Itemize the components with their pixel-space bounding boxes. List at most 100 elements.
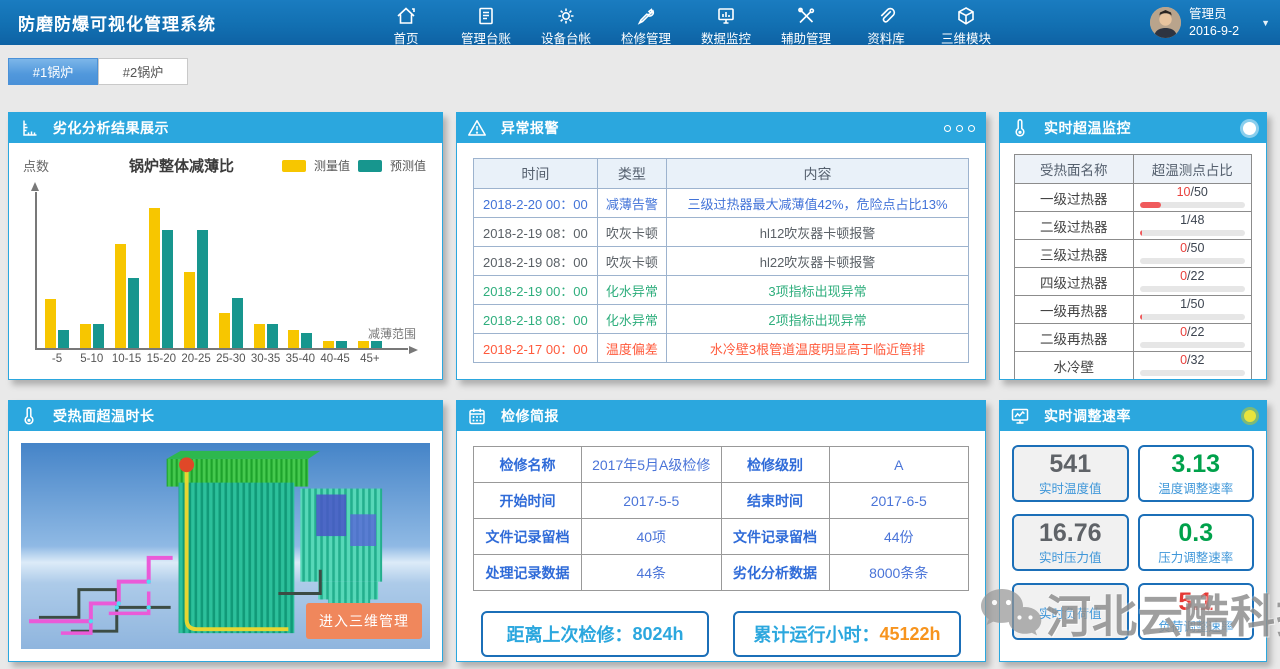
panel-maintenance-header: 检修简报 xyxy=(457,401,985,431)
nav-item-ledger[interactable]: 管理台账 xyxy=(446,0,526,45)
x-tick-label: 20-25 xyxy=(181,348,210,365)
ratio-count: 10 xyxy=(1177,185,1191,199)
ratio-count: 0 xyxy=(1180,325,1187,339)
x-tick-label: 40-45 xyxy=(320,348,349,365)
ratio-bar-track xyxy=(1140,202,1246,208)
maintenance-table: 检修名称 2017年5月A级检修 检修级别 A 开始时间 2017-5-5 结束… xyxy=(473,446,969,591)
maintenance-row: 开始时间 2017-5-5 结束时间 2017-6-5 xyxy=(474,483,969,519)
alarm-row: 2018-2-17 00：00 温度偏差 水冷壁3根管道温度明显高于临近管排 xyxy=(474,334,969,363)
user-menu[interactable]: 管理员 2016-9-2 ▼ xyxy=(1150,0,1270,45)
nav-item-label: 三维模块 xyxy=(941,28,991,47)
total-run-hours-button[interactable]: 累计运行小时：45122h xyxy=(733,611,961,657)
ratio-total: /22 xyxy=(1187,269,1204,283)
bar-group: 5-10 xyxy=(80,192,104,348)
nav-item-equipment[interactable]: 设备台帐 xyxy=(526,0,606,45)
panel-title: 实时调整速率 xyxy=(1044,406,1131,426)
mt-value: 44条 xyxy=(582,555,722,591)
alarm-table-header-row: 时间 类型 内容 xyxy=(474,159,969,189)
panel-maintenance-brief: 检修简报 检修名称 2017年5月A级检修 检修级别 A 开始时间 2017-5… xyxy=(456,400,986,662)
alarm-content: 3项指标出现异常 xyxy=(667,276,969,305)
panel-title: 劣化分析结果展示 xyxy=(53,118,169,138)
nav-item-maintenance[interactable]: 检修管理 xyxy=(606,0,686,45)
bar-group: 20-25 xyxy=(184,192,208,348)
stat-realtime-load: 实时负荷值 xyxy=(1012,583,1129,640)
alarm-type: 吹灰卡顿 xyxy=(597,247,666,276)
dashboard-page: 防磨防爆可视化管理系统 首页 管理台账 设备台帐 检修管理 数据监控 xyxy=(0,0,1280,669)
x-tick-label: -5 xyxy=(52,348,62,365)
surface-ratio: 0/22 xyxy=(1133,324,1252,352)
tab-boiler-1[interactable]: #1锅炉 xyxy=(8,58,98,85)
mt-label: 文件记录留档 xyxy=(474,519,582,555)
bar-group: 45+ xyxy=(358,192,382,348)
bar-测量值-15-20 xyxy=(149,208,160,348)
nav-item-aux-manage[interactable]: 辅助管理 xyxy=(766,0,846,45)
alarm-content: hl12吹灰器卡顿报警 xyxy=(667,218,969,247)
ratio-total: /50 xyxy=(1191,185,1208,199)
nav-item-label: 首页 xyxy=(393,28,418,47)
alarm-row: 2018-2-19 08：00 吹灰卡顿 hl12吹灰器卡顿报警 xyxy=(474,218,969,247)
ledger-icon xyxy=(475,5,497,27)
alarm-time: 2018-2-19 08：00 xyxy=(474,247,598,276)
panel-title: 实时超温监控 xyxy=(1044,118,1131,138)
ratio-bar-track xyxy=(1140,342,1246,348)
panel-menu-dots[interactable] xyxy=(944,125,975,132)
panel-boiler-header: 受热面超温时长 xyxy=(9,401,442,431)
enter-3d-button[interactable]: 进入三维管理 xyxy=(306,603,422,639)
bar-测量值-5-10 xyxy=(80,324,91,348)
stat-label: 实时温度值 xyxy=(1039,478,1102,497)
stat-label: 实时压力值 xyxy=(1039,547,1102,566)
paperclip-icon xyxy=(875,5,897,27)
maintenance-row: 文件记录留档 40项 文件记录留档 44份 xyxy=(474,519,969,555)
ratio-total: /32 xyxy=(1187,353,1204,367)
ratio-total: /48 xyxy=(1187,213,1204,227)
surface-ratio: 10/50 xyxy=(1133,184,1252,212)
mt-label: 劣化分析数据 xyxy=(721,555,829,591)
x-tick-label: 25-30 xyxy=(216,348,245,365)
bar-预测值-40-45 xyxy=(336,341,347,348)
ratio-bar-track xyxy=(1140,314,1246,320)
col-header-ratio: 超温测点占比 xyxy=(1133,155,1252,184)
tab-boiler-2[interactable]: #2锅炉 xyxy=(98,58,188,85)
stat-label: 压力调整速率 xyxy=(1158,547,1233,566)
mt-value: 44份 xyxy=(829,519,969,555)
bar-预测值-45+ xyxy=(371,341,382,348)
bar-group: 40-45 xyxy=(323,192,347,348)
stat-temperature-rate: 3.13 温度调整速率 xyxy=(1138,445,1255,502)
nav-item-library[interactable]: 资料库 xyxy=(846,0,926,45)
since-last-maintenance-button[interactable]: 距离上次检修：8024h xyxy=(481,611,709,657)
alarm-row: 2018-2-20 00：00 减薄告警 三级过热器最大减薄值42%，危险点占比… xyxy=(474,189,969,218)
legend-label-predicted: 预测值 xyxy=(390,157,426,174)
boiler-3d-view[interactable]: 进入三维管理 xyxy=(21,443,430,649)
nav-item-home[interactable]: 首页 xyxy=(366,0,446,45)
overtemp-row: 一级再热器 1/50 xyxy=(1015,296,1252,324)
overtemp-row: 一级过热器 10/50 xyxy=(1015,184,1252,212)
alarm-table: 时间 类型 内容 2018-2-20 00：00 减薄告警 三级过热器最大减薄值… xyxy=(473,158,969,363)
ratio-bar-track xyxy=(1140,230,1246,236)
alarm-type: 化水异常 xyxy=(597,276,666,305)
alarm-time: 2018-2-19 00：00 xyxy=(474,276,598,305)
tools-icon xyxy=(795,5,817,27)
bar-预测值--5 xyxy=(58,330,69,348)
surface-ratio: 1/50 xyxy=(1133,296,1252,324)
alarm-type: 减薄告警 xyxy=(597,189,666,218)
nav-item-label: 检修管理 xyxy=(621,28,671,47)
overtemp-row: 二级过热器 1/48 xyxy=(1015,212,1252,240)
main-nav: 首页 管理台账 设备台帐 检修管理 数据监控 辅助管理 xyxy=(366,0,1006,45)
bar-group: -5 xyxy=(45,192,69,348)
stat-label: 负荷调整速率 xyxy=(1158,616,1233,635)
surface-name: 水冷壁 xyxy=(1015,352,1134,380)
app-title: 防磨防爆可视化管理系统 xyxy=(0,10,216,35)
nav-item-label: 设备台帐 xyxy=(541,28,591,47)
bar-测量值-30-35 xyxy=(254,324,265,348)
alarm-type: 吹灰卡顿 xyxy=(597,218,666,247)
overtemp-header-row: 受热面名称 超温测点占比 xyxy=(1015,155,1252,184)
stat-value: 0.3 xyxy=(1178,520,1213,546)
nav-item-3d-module[interactable]: 三维模块 xyxy=(926,0,1006,45)
bar-预测值-25-30 xyxy=(232,298,243,348)
nav-item-data-monitor[interactable]: 数据监控 xyxy=(686,0,766,45)
x-tick-label: 30-35 xyxy=(251,348,280,365)
stat-value: 541 xyxy=(1049,451,1091,477)
bar-预测值-10-15 xyxy=(128,278,139,348)
alarm-time: 2018-2-20 00：00 xyxy=(474,189,598,218)
overtemp-bar-fill xyxy=(1140,314,1142,320)
